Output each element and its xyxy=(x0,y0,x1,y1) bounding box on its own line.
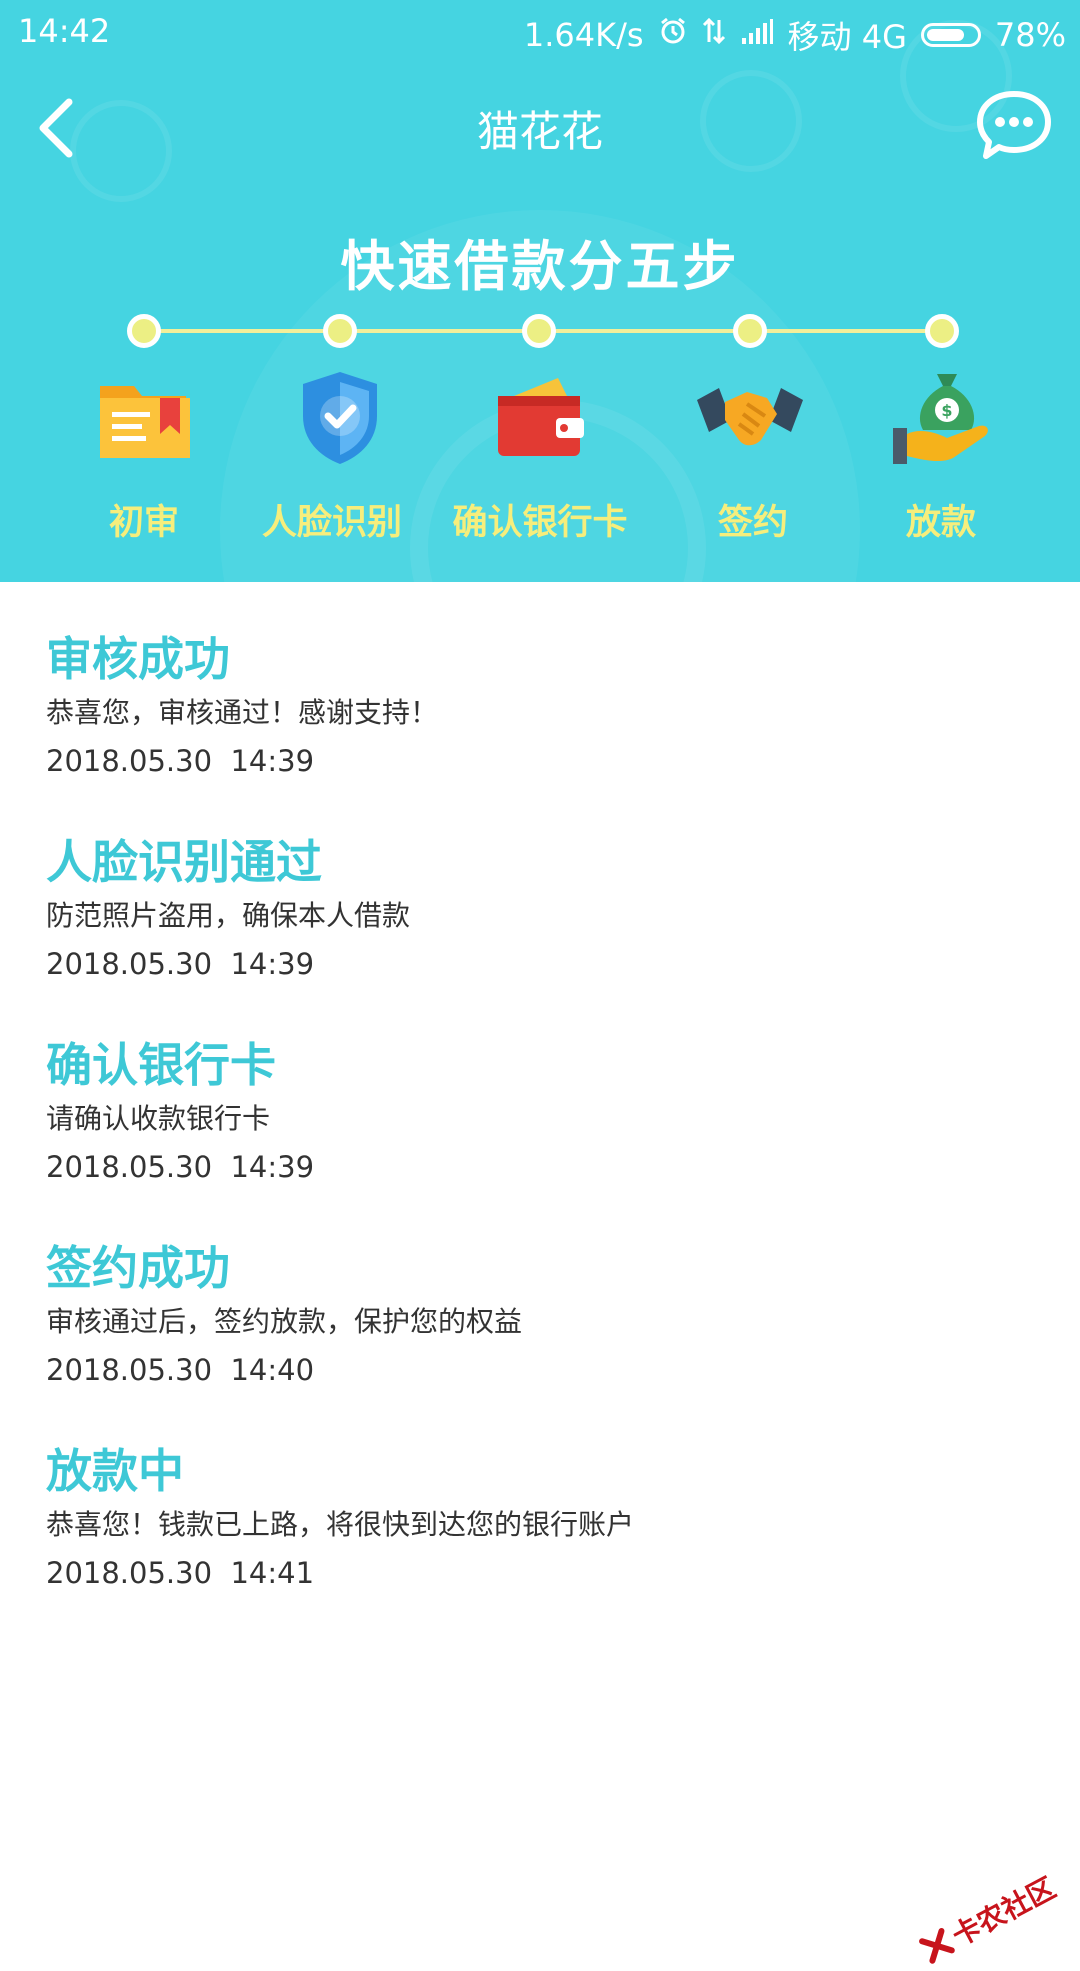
alarm-icon xyxy=(658,16,688,54)
battery-icon xyxy=(920,23,981,47)
status-bar: 14:42 1.64K/s 移动 4G 78% xyxy=(0,0,1080,62)
step-label: 人脸识别 xyxy=(261,503,402,543)
timeline-list: 审核成功 恭喜您，审核通过！感谢支持！ 2018.05.30 14:39 人脸识… xyxy=(46,630,1036,1645)
entry-timestamp: 2018.05.30 14:41 xyxy=(46,1556,315,1590)
folder-icon xyxy=(90,368,200,468)
timeline-entry: 人脸识别通过 防范照片盗用，确保本人借款 2018.05.30 14:39 xyxy=(46,833,1036,1036)
signal-icon xyxy=(740,16,774,54)
timeline-entry: 确认银行卡 请确认收款银行卡 2018.05.30 14:39 xyxy=(46,1036,1036,1239)
message-button[interactable] xyxy=(974,86,1054,166)
carrier-label: 移动 4G xyxy=(787,18,907,56)
timeline-entry: 签约成功 审核通过后，签约放款，保护您的权益 2018.05.30 14:40 xyxy=(46,1239,1036,1442)
step-label: 签约 xyxy=(717,503,788,543)
shield-check-icon xyxy=(285,368,395,468)
handshake-icon xyxy=(695,368,805,468)
timeline-entry: 放款中 恭喜您！钱款已上路，将很快到达您的银行账户 2018.05.30 14:… xyxy=(46,1442,1036,1645)
watermark-text: 卡农社区 xyxy=(946,1871,1062,1953)
title-bar: 猫花花 xyxy=(0,78,1080,178)
header-banner: 14:42 1.64K/s 移动 4G 78% 猫花花 快速借款分五步 $ 初审… xyxy=(0,0,1080,582)
entry-description: 恭喜您，审核通过！感谢支持！ xyxy=(46,696,439,729)
entry-title: 签约成功 xyxy=(46,1241,230,1295)
step-dot xyxy=(925,314,959,348)
watermark: 卡农社区 xyxy=(914,1867,1062,1971)
status-time: 14:42 xyxy=(18,12,111,50)
entry-title: 确认银行卡 xyxy=(46,1038,276,1092)
steps-heading: 快速借款分五步 xyxy=(340,235,740,298)
step-dot xyxy=(323,314,357,348)
step-label: 确认银行卡 xyxy=(452,503,628,543)
timeline-entry: 审核成功 恭喜您，审核通过！感谢支持！ 2018.05.30 14:39 xyxy=(46,630,1036,833)
entry-description: 审核通过后，签约放款，保护您的权益 xyxy=(46,1305,523,1338)
money-bag-hand-icon: $ xyxy=(887,368,997,468)
entry-description: 请确认收款银行卡 xyxy=(46,1102,271,1135)
entry-title: 人脸识别通过 xyxy=(46,835,322,889)
entry-description: 防范照片盗用，确保本人借款 xyxy=(46,899,411,932)
step-dot xyxy=(127,314,161,348)
network-speed: 1.64K/s xyxy=(523,16,644,54)
step-label: 初审 xyxy=(108,503,179,543)
chat-bubble-icon xyxy=(977,91,1051,159)
entry-title: 审核成功 xyxy=(46,632,230,686)
entry-title: 放款中 xyxy=(46,1444,184,1498)
svg-text:$: $ xyxy=(941,401,952,420)
entry-timestamp: 2018.05.30 14:40 xyxy=(46,1353,315,1387)
battery-percent: 78% xyxy=(994,16,1066,54)
page-title: 猫花花 xyxy=(476,107,603,156)
step-label: 放款 xyxy=(905,503,976,543)
step-dot xyxy=(733,314,767,348)
entry-description: 恭喜您！钱款已上路，将很快到达您的银行账户 xyxy=(46,1508,635,1541)
wallet-icon xyxy=(484,368,594,468)
step-dot xyxy=(522,314,556,348)
data-transfer-icon xyxy=(702,16,726,54)
entry-timestamp: 2018.05.30 14:39 xyxy=(46,1150,315,1184)
entry-timestamp: 2018.05.30 14:39 xyxy=(46,947,315,981)
entry-timestamp: 2018.05.30 14:39 xyxy=(46,744,315,778)
